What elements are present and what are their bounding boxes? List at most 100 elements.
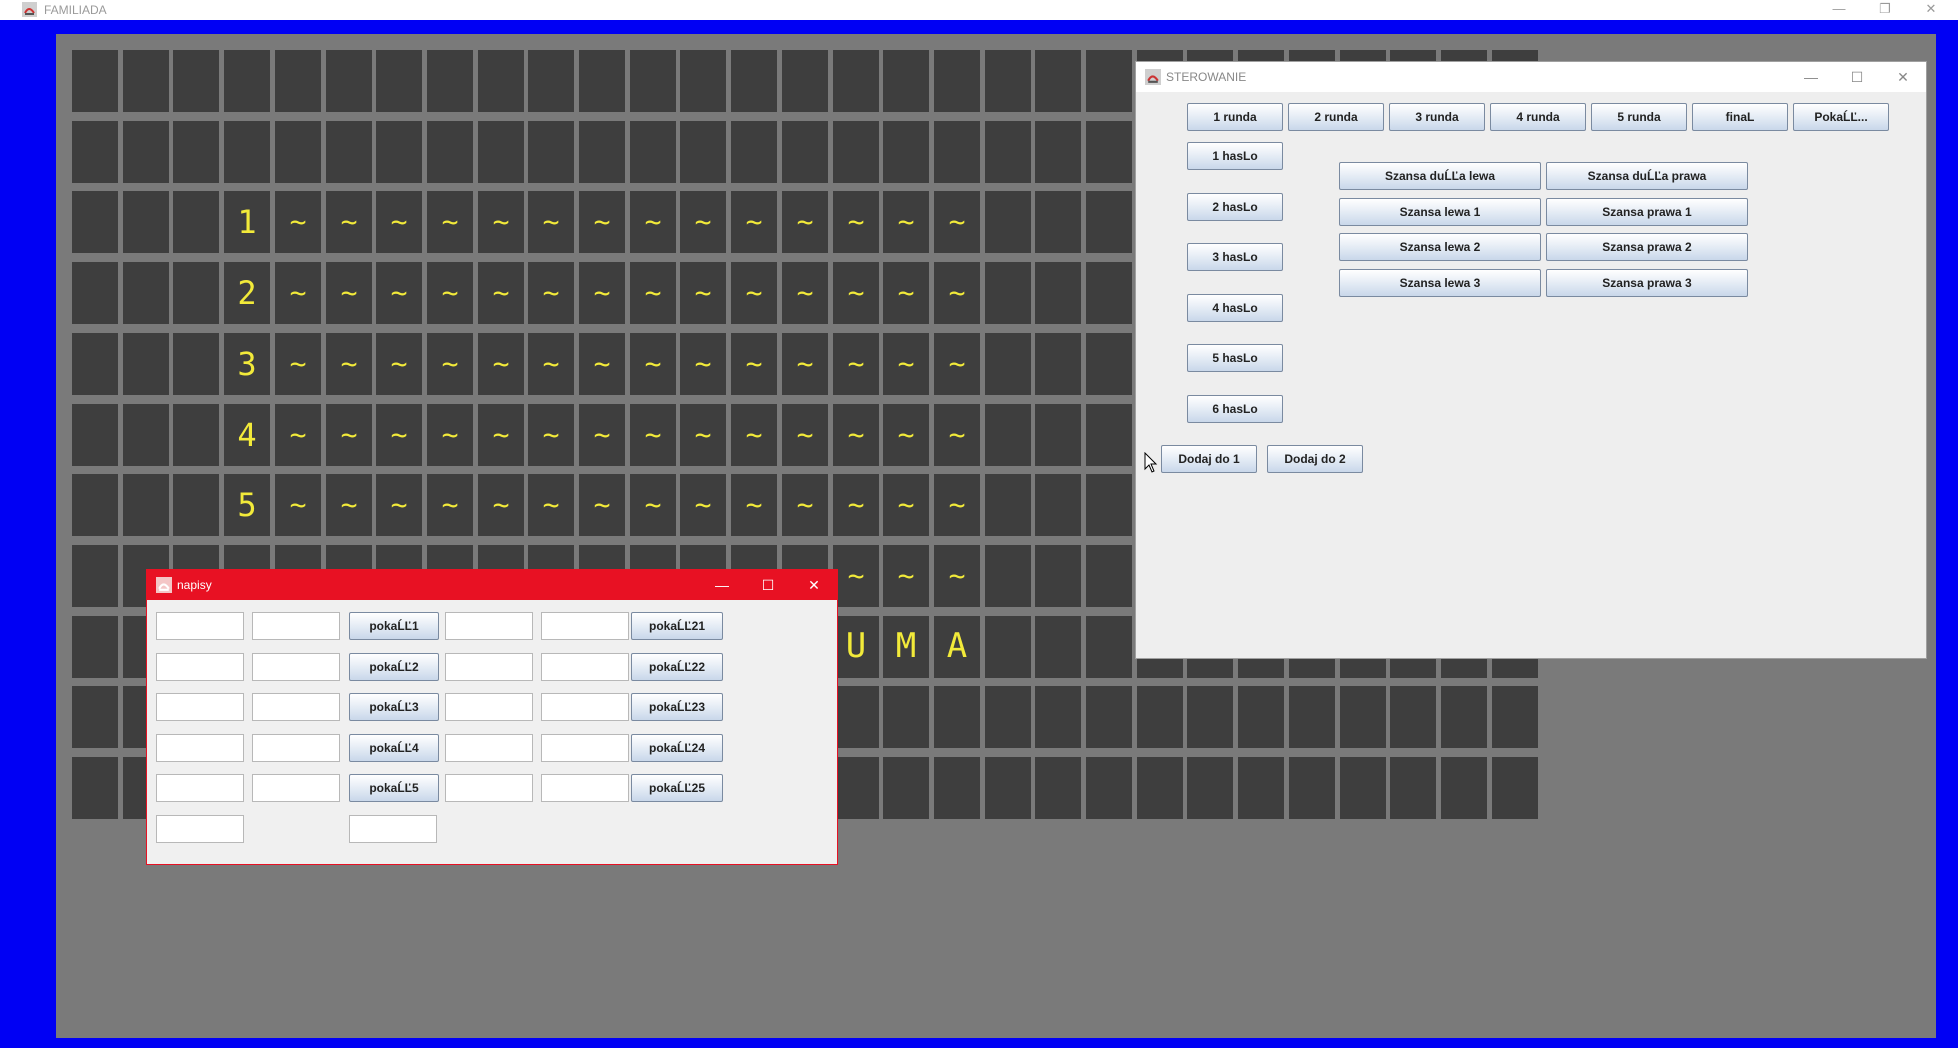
text-field[interactable]: [252, 652, 340, 681]
chance-button[interactable]: Szansa duĹĽa prawa: [1546, 162, 1748, 190]
round-button[interactable]: 3 runda: [1389, 103, 1485, 131]
chance-button[interactable]: Szansa prawa 3: [1546, 268, 1748, 297]
show-button[interactable]: pokaĹĽ25: [631, 774, 723, 802]
show-button[interactable]: pokaĹĽ22: [631, 652, 723, 681]
board-cell: [883, 686, 929, 748]
text-field[interactable]: [445, 652, 533, 681]
round-button[interactable]: PokaĹĽ...: [1793, 103, 1889, 131]
text-field[interactable]: [252, 693, 340, 721]
chance-button[interactable]: Szansa duĹĽa lewa: [1339, 162, 1541, 190]
text-field[interactable]: [445, 733, 533, 762]
answer-placeholder: ~: [593, 205, 611, 238]
sterowanie-title: STEROWANIE: [1166, 70, 1247, 84]
answer-placeholder: ~: [289, 347, 307, 380]
answer-placeholder: ~: [542, 205, 560, 238]
board-cell: [833, 50, 879, 112]
answer-button[interactable]: 6 hasLo: [1187, 394, 1283, 423]
answer-placeholder: ~: [897, 418, 915, 451]
text-field[interactable]: [156, 733, 244, 762]
answer-button[interactable]: 4 hasLo: [1187, 293, 1283, 322]
answer-placeholder: ~: [340, 418, 358, 451]
minimize-button[interactable]: —: [1796, 66, 1826, 88]
chance-button[interactable]: Szansa prawa 2: [1546, 233, 1748, 261]
board-cell: [985, 474, 1031, 536]
answer-placeholder: ~: [340, 205, 358, 238]
answer-placeholder: ~: [644, 418, 662, 451]
text-field[interactable]: [541, 612, 629, 640]
chance-button[interactable]: Szansa lewa 3: [1339, 268, 1541, 297]
text-field[interactable]: [541, 693, 629, 721]
board-cell: [680, 50, 726, 112]
board-cell: [985, 404, 1031, 466]
text-field[interactable]: [156, 815, 244, 843]
board-cell: [934, 757, 980, 819]
round-button[interactable]: 5 runda: [1591, 103, 1687, 131]
answer-placeholder: ~: [796, 347, 814, 380]
show-button[interactable]: pokaĹĽ5: [349, 774, 439, 802]
close-button[interactable]: ✕: [799, 574, 829, 596]
round-button[interactable]: 4 runda: [1490, 103, 1586, 131]
maximize-button[interactable]: ☐: [1842, 66, 1872, 88]
answer-button[interactable]: 1 hasLo: [1187, 142, 1283, 170]
board-cell: [630, 121, 676, 183]
board-cell: [478, 50, 524, 112]
answer-placeholder: ~: [796, 488, 814, 521]
answer-button[interactable]: 5 hasLo: [1187, 344, 1283, 372]
text-field[interactable]: [445, 774, 533, 802]
board-cell: [1187, 757, 1233, 819]
board-cell: [985, 686, 1031, 748]
answer-placeholder: ~: [289, 418, 307, 451]
text-field[interactable]: [445, 612, 533, 640]
show-button[interactable]: pokaĹĽ21: [631, 612, 723, 640]
sterowanie-window: STEROWANIE — ☐ ✕ 1 runda 2 runda 3 runda 4 …: [1136, 62, 1926, 658]
board-cell: [427, 121, 473, 183]
add-points-button[interactable]: Dodaj do 1: [1161, 445, 1257, 473]
board-cell: [123, 50, 169, 112]
show-button[interactable]: pokaĹĽ4: [349, 733, 439, 762]
add-points-button[interactable]: Dodaj do 2: [1267, 445, 1363, 473]
text-field[interactable]: [541, 774, 629, 802]
text-field[interactable]: [252, 612, 340, 640]
round-button[interactable]: 1 runda: [1187, 103, 1283, 131]
text-field[interactable]: [156, 612, 244, 640]
close-button[interactable]: ✕: [1888, 66, 1918, 88]
board-cell: [123, 404, 169, 466]
text-field[interactable]: [252, 733, 340, 762]
text-field[interactable]: [541, 733, 629, 762]
board-cell: [376, 50, 422, 112]
sterowanie-titlebar: STEROWANIE — ☐ ✕: [1136, 62, 1926, 92]
board-cell: [72, 50, 118, 112]
sum-label-letter: M: [895, 626, 917, 666]
chance-button[interactable]: Szansa lewa 1: [1339, 197, 1541, 226]
text-field[interactable]: [541, 652, 629, 681]
text-field[interactable]: [156, 693, 244, 721]
round-button[interactable]: finaL: [1692, 103, 1788, 131]
answer-placeholder: ~: [441, 418, 459, 451]
show-button[interactable]: pokaĹĽ1: [349, 612, 439, 640]
answer-button[interactable]: 3 hasLo: [1187, 243, 1283, 271]
show-button[interactable]: pokaĹĽ24: [631, 733, 723, 762]
answer-placeholder: ~: [340, 488, 358, 521]
show-button[interactable]: pokaĹĽ3: [349, 693, 439, 721]
board-cell: [1086, 262, 1132, 324]
show-button[interactable]: pokaĹĽ2: [349, 652, 439, 681]
mouse-cursor-icon: [1144, 452, 1158, 473]
text-field[interactable]: [445, 693, 533, 721]
answer-button[interactable]: 2 hasLo: [1187, 192, 1283, 221]
maximize-button[interactable]: ☐: [753, 574, 783, 596]
chance-button[interactable]: Szansa lewa 2: [1339, 233, 1541, 261]
board-cell: [72, 616, 118, 678]
text-field[interactable]: [156, 652, 244, 681]
text-field[interactable]: [252, 774, 340, 802]
text-field[interactable]: [156, 774, 244, 802]
answer-placeholder: ~: [492, 347, 510, 380]
round-button[interactable]: 2 runda: [1288, 103, 1384, 131]
board-cell: [1035, 50, 1081, 112]
board-cell: [934, 121, 980, 183]
chance-button[interactable]: Szansa prawa 1: [1546, 197, 1748, 226]
board-cell: [1086, 121, 1132, 183]
board-cell: [833, 686, 879, 748]
text-field[interactable]: [349, 815, 437, 843]
minimize-button[interactable]: —: [707, 574, 737, 596]
show-button[interactable]: pokaĹĽ23: [631, 693, 723, 721]
